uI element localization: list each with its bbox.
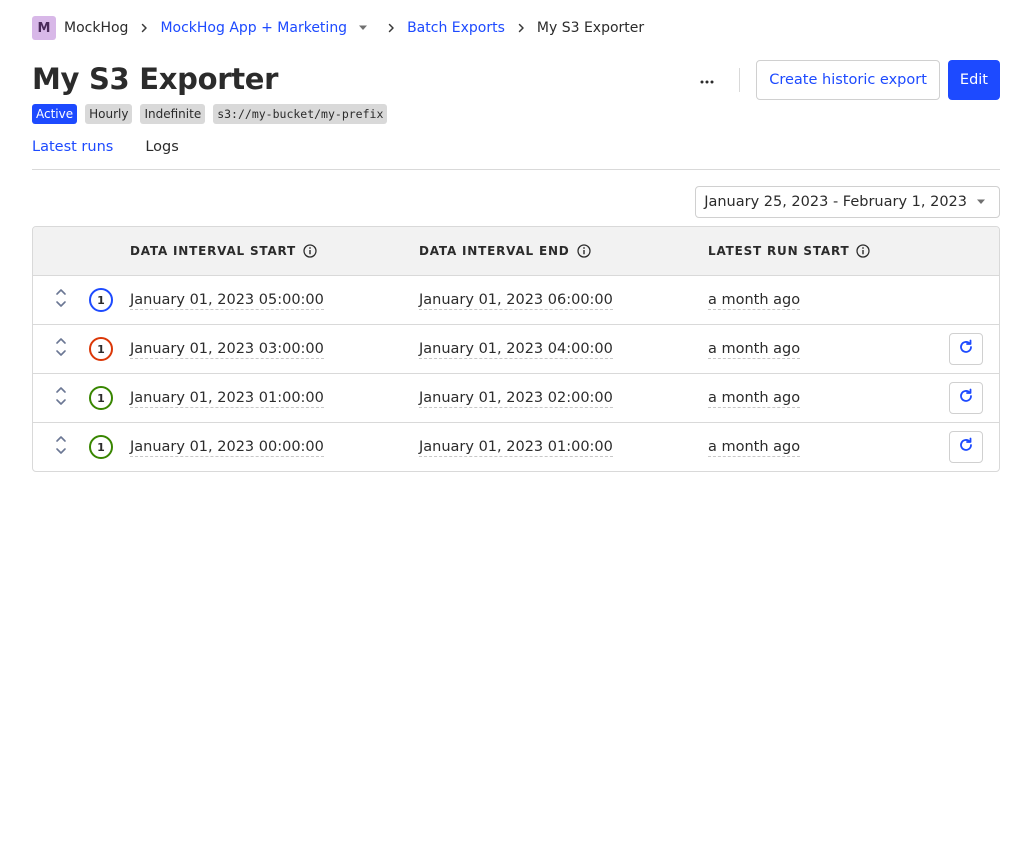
breadcrumb-current: My S3 Exporter (536, 20, 645, 36)
breadcrumb-batch-exports[interactable]: Batch Exports (407, 20, 505, 36)
unfold-icon (55, 336, 67, 362)
column-header-interval-end: DATA INTERVAL END (419, 227, 592, 275)
interval-end-cell: January 01, 2023 01:00:00 (419, 438, 613, 457)
interval-end-cell: January 01, 2023 02:00:00 (419, 389, 613, 408)
run-status-badge[interactable]: 1 (89, 435, 113, 459)
column-header-latest-run-start: LATEST RUN START (708, 227, 871, 275)
table-row: 1 January 01, 2023 01:00:00 January 01, … (33, 374, 999, 423)
tab-latest-runs[interactable]: Latest runs (32, 132, 113, 162)
run-start-cell: a month ago (708, 291, 801, 310)
info-icon[interactable] (302, 243, 318, 259)
interval-start-cell: January 01, 2023 00:00:00 (130, 438, 324, 457)
retry-button[interactable] (949, 431, 983, 463)
column-header-interval-start: DATA INTERVAL START (130, 227, 318, 275)
more-button[interactable] (691, 64, 723, 96)
info-icon[interactable] (576, 243, 592, 259)
table-row: 1 January 01, 2023 00:00:00 January 01, … (33, 423, 999, 471)
interval-start-cell: January 01, 2023 01:00:00 (130, 389, 324, 408)
run-start-cell: a month ago (708, 389, 801, 408)
chevron-right-icon (513, 20, 529, 36)
table-row: 1 January 01, 2023 03:00:00 January 01, … (33, 325, 999, 374)
status-tags: Active Hourly Indefinite s3://my-bucket/… (32, 104, 388, 124)
breadcrumb-project[interactable]: MockHog App + Marketing (160, 20, 347, 36)
run-status-badge[interactable]: 1 (89, 288, 113, 312)
breadcrumb: M MockHog MockHog App + Marketing Batch … (32, 16, 644, 40)
interval-start-cell: January 01, 2023 05:00:00 (130, 291, 324, 310)
interval-end-cell: January 01, 2023 04:00:00 (419, 340, 613, 359)
org-avatar[interactable]: M (32, 16, 56, 40)
runs-table: DATA INTERVAL START DATA INTERVAL END LA… (32, 226, 1000, 472)
header-actions: Create historic export Edit (691, 60, 1000, 100)
interval-badge: Hourly (85, 104, 133, 124)
date-range-picker[interactable]: January 25, 2023 - February 1, 2023 (695, 186, 1000, 218)
refresh-icon (958, 388, 974, 408)
refresh-icon (958, 437, 974, 457)
ellipsis-icon (699, 72, 715, 88)
unfold-icon (55, 434, 67, 460)
expand-row-button[interactable] (51, 288, 71, 312)
create-historic-export-button[interactable]: Create historic export (756, 60, 940, 100)
unfold-icon (55, 287, 67, 313)
run-status-badge[interactable]: 1 (89, 337, 113, 361)
caret-down-icon (973, 194, 989, 210)
page-title: My S3 Exporter (32, 62, 279, 96)
unfold-icon (55, 385, 67, 411)
destination-badge: s3://my-bucket/my-prefix (213, 104, 388, 124)
run-start-cell: a month ago (708, 340, 801, 359)
refresh-icon (958, 339, 974, 359)
caret-down-icon[interactable] (355, 20, 371, 36)
retry-button[interactable] (949, 382, 983, 414)
info-icon[interactable] (855, 243, 871, 259)
run-start-cell: a month ago (708, 438, 801, 457)
expand-row-button[interactable] (51, 435, 71, 459)
table-header: DATA INTERVAL START DATA INTERVAL END LA… (33, 227, 999, 276)
expand-row-button[interactable] (51, 337, 71, 361)
chevron-right-icon (136, 20, 152, 36)
expand-row-button[interactable] (51, 386, 71, 410)
tab-logs[interactable]: Logs (145, 132, 178, 162)
run-status-badge[interactable]: 1 (89, 386, 113, 410)
interval-end-cell: January 01, 2023 06:00:00 (419, 291, 613, 310)
breadcrumb-org[interactable]: MockHog (64, 20, 128, 36)
tab-bar: Latest runs Logs (32, 132, 1000, 170)
interval-start-cell: January 01, 2023 03:00:00 (130, 340, 324, 359)
edit-button[interactable]: Edit (947, 60, 1000, 100)
chevron-right-icon (383, 20, 399, 36)
divider (739, 68, 741, 92)
retry-button[interactable] (949, 333, 983, 365)
date-range-value: January 25, 2023 - February 1, 2023 (704, 194, 967, 210)
table-row: 1 January 01, 2023 05:00:00 January 01, … (33, 276, 999, 325)
status-badge-active: Active (32, 104, 78, 124)
duration-badge: Indefinite (140, 104, 206, 124)
